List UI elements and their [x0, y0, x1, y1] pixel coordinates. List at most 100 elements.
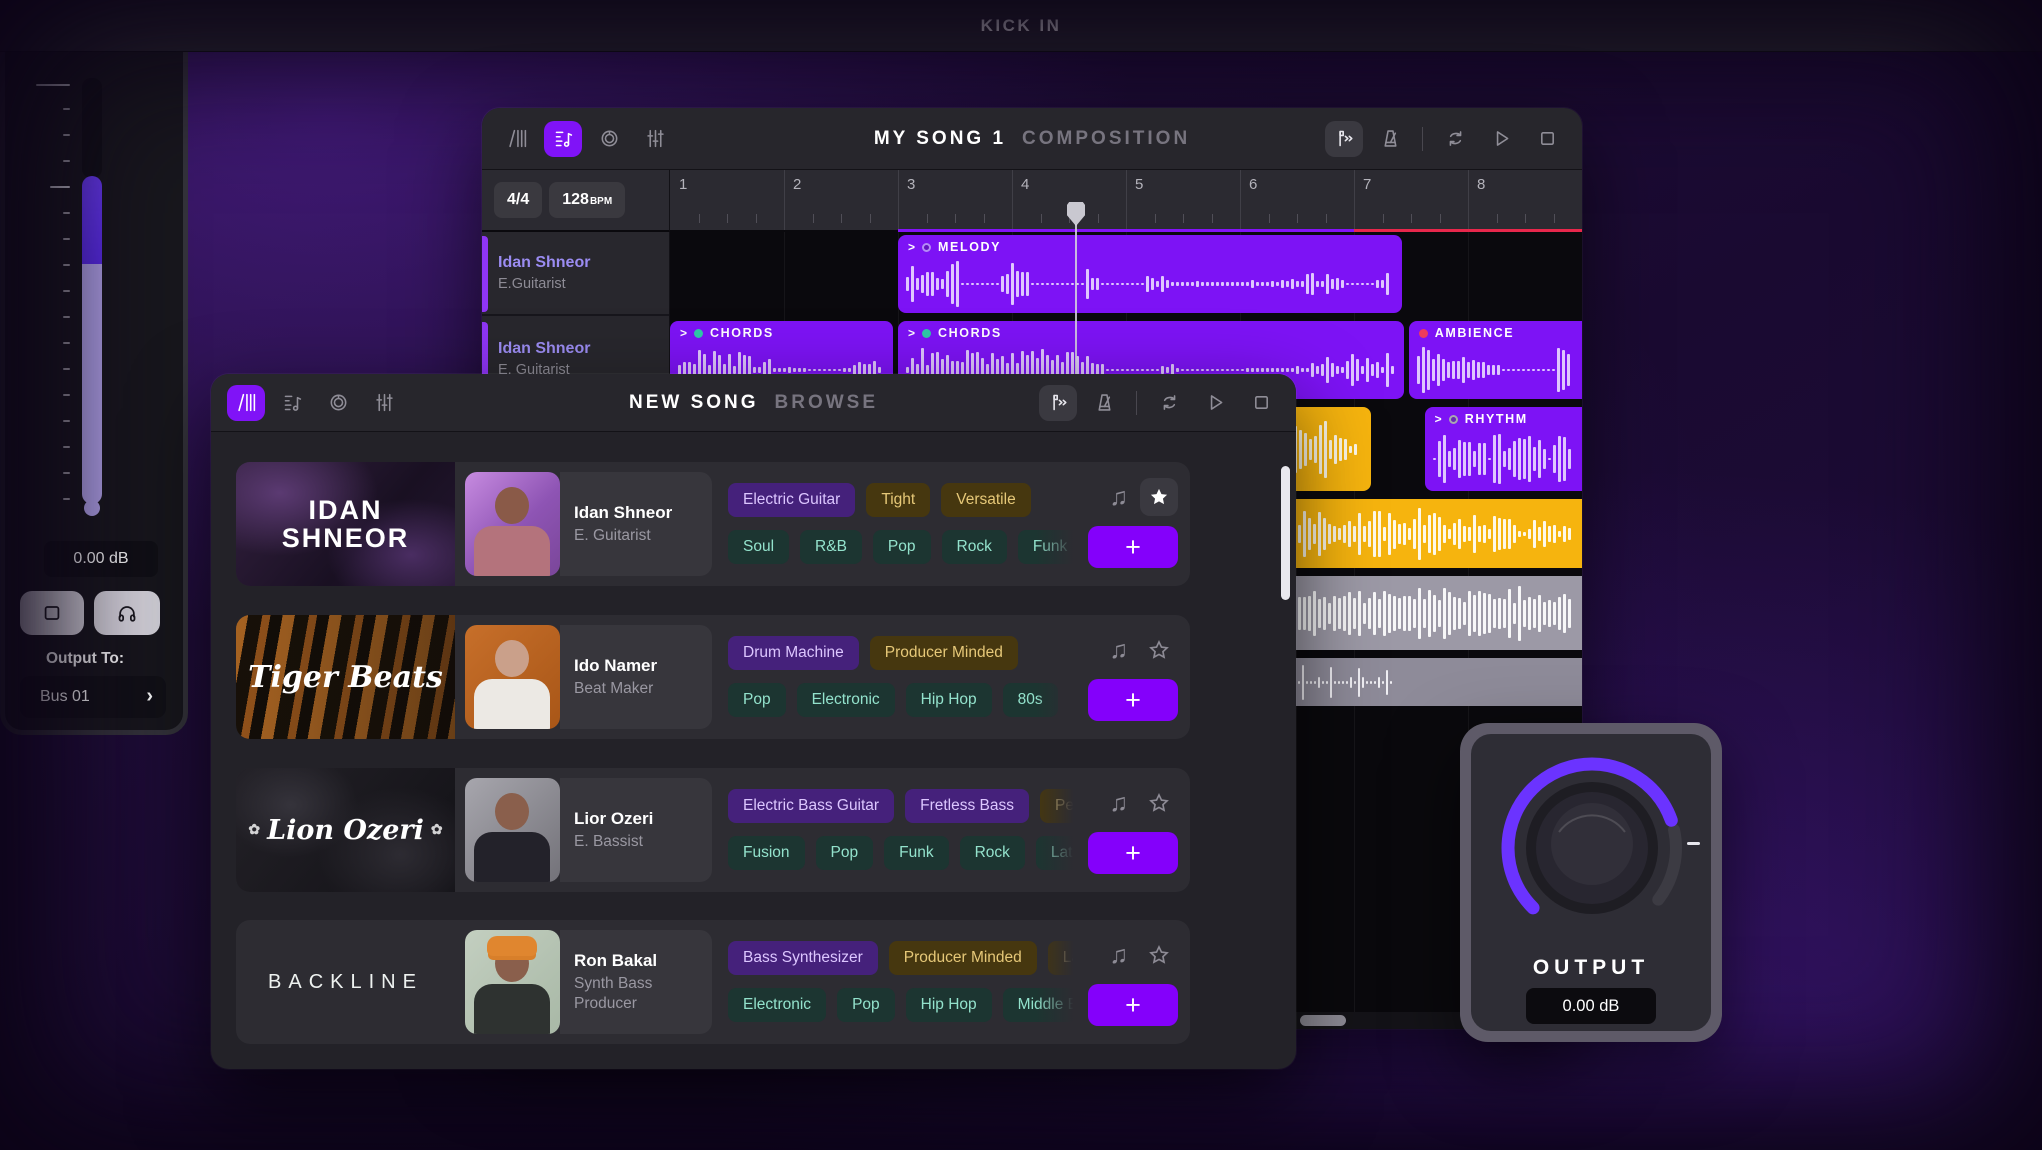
channel-gain-value[interactable]: 0.00 dB — [44, 541, 158, 577]
waveform-bar — [1146, 369, 1149, 372]
output-bus-select[interactable]: Bus 01 › — [20, 676, 166, 718]
arrangement-button[interactable] — [544, 121, 582, 157]
teal-status-dot[interactable] — [922, 329, 931, 338]
mixer-button[interactable] — [636, 121, 674, 157]
fader-cap[interactable] — [84, 500, 100, 516]
waveform-bar — [1026, 272, 1029, 296]
rhythm-clip[interactable]: >RHYTHM — [1425, 407, 1582, 491]
add-musician-button[interactable]: + — [1088, 984, 1178, 1026]
timeline-scrollbar-handle[interactable] — [1300, 1015, 1346, 1026]
waveform-bar — [1313, 591, 1316, 636]
headphones-button[interactable] — [94, 591, 160, 635]
waveform-bar — [1523, 600, 1526, 626]
ruler-bar-number: 8 — [1477, 176, 1485, 193]
musician-card[interactable]: IDANSHNEORIdan ShneorE. GuitaristElectri… — [236, 462, 1190, 586]
teal-status-dot[interactable] — [694, 329, 703, 338]
browse-scrollbar[interactable] — [1281, 466, 1290, 600]
waveform-bar — [1473, 515, 1476, 553]
follow-playhead-icon — [1334, 128, 1355, 149]
waveform-bar — [1196, 369, 1199, 372]
bpm-display[interactable]: 128BPM — [549, 182, 625, 218]
waveform-bar — [1338, 598, 1341, 629]
metronome-button[interactable] — [1085, 385, 1123, 421]
ambience-clip[interactable]: AMBIENCE — [1409, 321, 1582, 399]
preview-audio-button[interactable]: ♫ — [1109, 485, 1128, 510]
output-gain-value[interactable]: 0.00 dB — [1526, 988, 1656, 1024]
add-musician-button[interactable]: + — [1088, 526, 1178, 568]
genre-chip: R&B — [800, 530, 862, 564]
play-button[interactable] — [1482, 121, 1520, 157]
musician-card[interactable]: BACKLINERon BakalSynth Bass ProducerBass… — [236, 920, 1190, 1044]
chevron-right-icon[interactable]: > — [1435, 413, 1442, 425]
melody-clip[interactable]: >MELODY — [898, 235, 1402, 313]
gray-status-dot[interactable] — [1449, 415, 1458, 424]
arrangement-button[interactable] — [273, 385, 311, 421]
waveform-bar — [1231, 369, 1234, 372]
preview-audio-button[interactable]: ♫ — [1109, 638, 1128, 663]
mixer-button[interactable] — [365, 385, 403, 421]
waveform-bar — [1351, 283, 1354, 286]
follow-playhead-button[interactable] — [1039, 385, 1077, 421]
tag-chip: Electric Guitar — [728, 483, 855, 517]
waveform-bar — [956, 261, 959, 307]
strings-button[interactable] — [498, 121, 536, 157]
waveform-bar — [1306, 368, 1309, 372]
waveform-bar — [1368, 598, 1371, 629]
violet-status-dot[interactable] — [922, 243, 931, 252]
waveform-bar — [1261, 368, 1264, 372]
stop-button[interactable] — [1528, 121, 1566, 157]
waveform-bar — [1567, 354, 1570, 385]
loop-ring-button[interactable] — [319, 385, 357, 421]
red-status-dot[interactable] — [1419, 329, 1428, 338]
level-meter-track[interactable] — [82, 78, 102, 178]
waveform-bar — [1061, 283, 1064, 286]
add-musician-button[interactable]: + — [1088, 832, 1178, 874]
timeline-ruler[interactable]: 12345678 — [670, 170, 1582, 232]
follow-playhead-button[interactable] — [1325, 121, 1363, 157]
musician-card[interactable]: Lion OzeriLior OzeriE. BassistElectric B… — [236, 768, 1190, 892]
stop-icon — [1537, 128, 1558, 149]
loop-ring-button[interactable] — [590, 121, 628, 157]
waveform-bar — [1528, 529, 1531, 539]
output-knob[interactable] — [1481, 736, 1703, 958]
waveform-bar — [1314, 436, 1317, 463]
musician-role: Beat Maker — [574, 679, 704, 698]
output-knob-panel: OUTPUT 0.00 dB — [1460, 723, 1722, 1042]
monitor-button[interactable] — [20, 591, 84, 635]
waveform-bar — [1328, 603, 1331, 623]
waveform-bar — [1493, 435, 1496, 484]
card-actions: ♫ — [1109, 784, 1178, 822]
waveform-bar — [946, 271, 949, 296]
time-signature[interactable]: 4/4 — [494, 182, 542, 218]
chevron-right-icon[interactable]: > — [680, 327, 687, 339]
waveform-bar — [1432, 359, 1435, 382]
play-button[interactable] — [1196, 385, 1234, 421]
waveform-bar — [1453, 448, 1456, 470]
favorite-button[interactable] — [1140, 478, 1178, 516]
waveform-bar — [1366, 358, 1369, 382]
waveform-bar — [1319, 425, 1322, 475]
metronome-button[interactable] — [1371, 121, 1409, 157]
musician-card[interactable]: Tiger BeatsIdo NamerBeat MakerDrum Machi… — [236, 615, 1190, 739]
favorite-button[interactable] — [1140, 936, 1178, 974]
chevron-right-icon[interactable]: > — [908, 241, 915, 253]
add-musician-button[interactable]: + — [1088, 679, 1178, 721]
waveform-bar — [1477, 362, 1480, 378]
strings-button[interactable] — [227, 385, 265, 421]
play-icon — [1205, 392, 1226, 413]
chevron-right-icon[interactable]: > — [908, 327, 915, 339]
favorite-button[interactable] — [1140, 631, 1178, 669]
artist-logo-text: Lion Ozeri — [267, 815, 424, 846]
favorite-button[interactable] — [1140, 784, 1178, 822]
preview-audio-button[interactable]: ♫ — [1109, 943, 1128, 968]
waveform — [1433, 432, 1576, 486]
waveform-bar — [1291, 279, 1294, 289]
clip-label: AMBIENCE — [1435, 326, 1514, 340]
composition-titlebar: MY SONG 1COMPOSITION — [482, 108, 1582, 170]
ruler-tick — [927, 214, 928, 223]
preview-audio-button[interactable]: ♫ — [1109, 791, 1128, 816]
loop-button[interactable] — [1436, 121, 1474, 157]
stop-button[interactable] — [1242, 385, 1280, 421]
loop-button[interactable] — [1150, 385, 1188, 421]
ruler-bar-line — [898, 170, 899, 230]
